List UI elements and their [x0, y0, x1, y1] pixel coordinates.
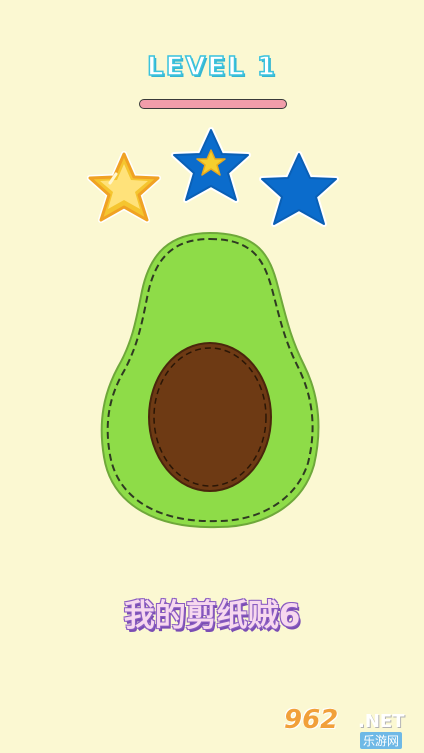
avocado-cut-shape[interactable] — [90, 225, 330, 535]
star-1-gold-icon — [87, 151, 161, 223]
watermark-subtitle: 乐游网 — [360, 732, 403, 749]
star-3-blue-icon — [259, 151, 339, 227]
game-caption: 我的剪纸贼6 — [123, 598, 301, 634]
avocado-pit — [148, 342, 272, 492]
watermark-number: 962 — [284, 705, 339, 735]
level-progress-bar — [139, 99, 287, 109]
level-title: LEVEL 1 — [146, 51, 277, 83]
watermark-tld: .NET — [358, 711, 405, 732]
star-2-blue-icon — [171, 127, 251, 203]
site-watermark-logo: 962 .NET 乐游网 — [284, 705, 412, 749]
level-progress-fill — [140, 100, 286, 108]
